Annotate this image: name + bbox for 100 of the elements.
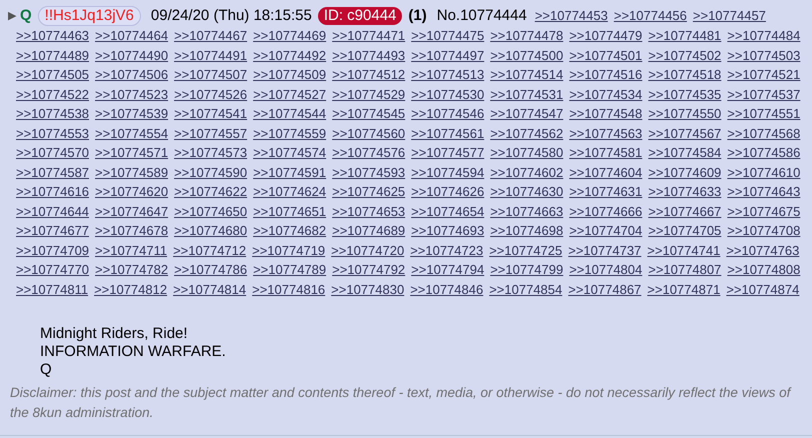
reply-link[interactable]: >>10774594 xyxy=(411,164,484,182)
reply-link[interactable]: >>10774581 xyxy=(569,144,642,162)
reply-link[interactable]: >>10774471 xyxy=(332,27,406,46)
reply-link[interactable]: >>10774523 xyxy=(95,86,168,104)
reply-link[interactable]: >>10774786 xyxy=(174,261,248,280)
reply-link[interactable]: >>10774647 xyxy=(95,202,168,221)
reply-link[interactable]: >>10774689 xyxy=(332,222,406,240)
reply-link[interactable]: >>10774507 xyxy=(174,66,248,84)
reply-link[interactable]: >>10774531 xyxy=(490,86,564,104)
reply-link[interactable]: >>10774616 xyxy=(16,183,90,202)
reply-link[interactable]: >>10774720 xyxy=(331,242,404,260)
reply-link[interactable]: >>10774630 xyxy=(490,183,564,202)
reply-link[interactable]: >>10774609 xyxy=(648,164,722,182)
post-number[interactable]: No.10774444 xyxy=(436,6,527,26)
reply-link[interactable]: >>10774653 xyxy=(332,202,406,221)
reply-link[interactable]: >>10774799 xyxy=(490,261,564,280)
reply-link[interactable]: >>10774560 xyxy=(332,124,406,143)
reply-link[interactable]: >>10774570 xyxy=(16,144,90,162)
reply-link[interactable]: >>10774712 xyxy=(173,242,246,260)
reply-link[interactable]: >>10774529 xyxy=(332,86,406,104)
reply-link[interactable]: >>10774548 xyxy=(569,105,642,124)
reply-link[interactable]: >>10774463 xyxy=(16,27,90,46)
reply-link[interactable]: >>10774682 xyxy=(253,222,326,240)
reply-link[interactable]: >>10774497 xyxy=(411,46,484,65)
reply-link[interactable]: >>10774489 xyxy=(16,46,90,65)
reply-link[interactable]: >>10774741 xyxy=(647,242,720,260)
reply-link[interactable]: >>10774654 xyxy=(411,202,484,221)
reply-link[interactable]: >>10774633 xyxy=(648,183,722,202)
reply-link[interactable]: >>10774453 xyxy=(534,6,608,26)
reply-link[interactable]: >>10774521 xyxy=(727,66,800,84)
poster-id[interactable]: ID: c90444 xyxy=(318,7,402,25)
reply-link[interactable]: >>10774577 xyxy=(411,144,484,162)
expand-toggle[interactable]: ▶ xyxy=(8,6,16,26)
reply-link[interactable]: >>10774675 xyxy=(727,202,800,221)
reply-link[interactable]: >>10774475 xyxy=(411,27,484,46)
reply-link[interactable]: >>10774711 xyxy=(95,242,168,260)
reply-link[interactable]: >>10774481 xyxy=(648,27,722,46)
reply-link[interactable]: >>10774550 xyxy=(648,105,722,124)
reply-link[interactable]: >>10774527 xyxy=(253,86,326,104)
reply-link[interactable]: >>10774867 xyxy=(568,280,642,299)
reply-link[interactable]: >>10774551 xyxy=(727,105,800,124)
reply-link[interactable]: >>10774807 xyxy=(648,261,722,280)
reply-link[interactable]: >>10774457 xyxy=(692,6,766,26)
reply-link[interactable]: >>10774808 xyxy=(727,261,800,280)
reply-link[interactable]: >>10774626 xyxy=(411,183,484,202)
reply-link[interactable]: >>10774770 xyxy=(16,261,90,280)
reply-link[interactable]: >>10774587 xyxy=(16,164,90,182)
reply-link[interactable]: >>10774464 xyxy=(95,27,168,46)
reply-link[interactable]: >>10774557 xyxy=(174,124,248,143)
reply-link[interactable]: >>10774737 xyxy=(568,242,642,260)
reply-link[interactable]: >>10774667 xyxy=(648,202,722,221)
reply-link[interactable]: >>10774602 xyxy=(490,164,564,182)
reply-link[interactable]: >>10774811 xyxy=(16,280,88,299)
reply-link[interactable]: >>10774539 xyxy=(95,105,168,124)
reply-link[interactable]: >>10774538 xyxy=(16,105,90,124)
reply-link[interactable]: >>10774580 xyxy=(490,144,564,162)
reply-link[interactable]: >>10774698 xyxy=(490,222,564,240)
reply-link[interactable]: >>10774804 xyxy=(569,261,642,280)
reply-link[interactable]: >>10774620 xyxy=(95,183,168,202)
reply-link[interactable]: >>10774624 xyxy=(253,183,326,202)
reply-link[interactable]: >>10774516 xyxy=(569,66,642,84)
reply-link[interactable]: >>10774874 xyxy=(726,280,800,299)
reply-link[interactable]: >>10774501 xyxy=(569,46,642,65)
reply-link[interactable]: >>10774604 xyxy=(569,164,642,182)
reply-link[interactable]: >>10774506 xyxy=(95,66,168,84)
reply-link[interactable]: >>10774871 xyxy=(647,280,720,299)
reply-link[interactable]: >>10774789 xyxy=(253,261,326,280)
reply-link[interactable]: >>10774586 xyxy=(727,144,800,162)
reply-link[interactable]: >>10774469 xyxy=(253,27,326,46)
reply-link[interactable]: >>10774530 xyxy=(411,86,484,104)
reply-link[interactable]: >>10774479 xyxy=(569,27,642,46)
reply-link[interactable]: >>10774631 xyxy=(569,183,642,202)
reply-link[interactable]: >>10774546 xyxy=(411,105,484,124)
reply-link[interactable]: >>10774666 xyxy=(569,202,642,221)
reply-link[interactable]: >>10774693 xyxy=(411,222,484,240)
reply-link[interactable]: >>10774493 xyxy=(332,46,406,65)
reply-link[interactable]: >>10774562 xyxy=(490,124,564,143)
reply-link[interactable]: >>10774491 xyxy=(174,46,248,65)
reply-link[interactable]: >>10774522 xyxy=(16,86,90,104)
reply-link[interactable]: >>10774456 xyxy=(614,6,687,26)
reply-link[interactable]: >>10774709 xyxy=(16,242,90,260)
reply-link[interactable]: >>10774794 xyxy=(411,261,484,280)
reply-link[interactable]: >>10774467 xyxy=(174,27,248,46)
reply-link[interactable]: >>10774584 xyxy=(648,144,722,162)
reply-link[interactable]: >>10774644 xyxy=(16,202,90,221)
reply-link[interactable]: >>10774643 xyxy=(727,183,800,202)
reply-link[interactable]: >>10774593 xyxy=(332,164,406,182)
reply-link[interactable]: >>10774518 xyxy=(648,66,722,84)
reply-link[interactable]: >>10774563 xyxy=(569,124,642,143)
reply-link[interactable]: >>10774573 xyxy=(174,144,248,162)
reply-link[interactable]: >>10774792 xyxy=(332,261,406,280)
reply-link[interactable]: >>10774544 xyxy=(253,105,326,124)
reply-link[interactable]: >>10774534 xyxy=(569,86,642,104)
reply-link[interactable]: >>10774554 xyxy=(95,124,168,143)
reply-link[interactable]: >>10774567 xyxy=(648,124,722,143)
reply-link[interactable]: >>10774591 xyxy=(253,164,326,182)
reply-link[interactable]: >>10774719 xyxy=(252,242,326,260)
reply-link[interactable]: >>10774492 xyxy=(253,46,326,65)
reply-link[interactable]: >>10774571 xyxy=(95,144,168,162)
reply-link[interactable]: >>10774537 xyxy=(727,86,800,104)
